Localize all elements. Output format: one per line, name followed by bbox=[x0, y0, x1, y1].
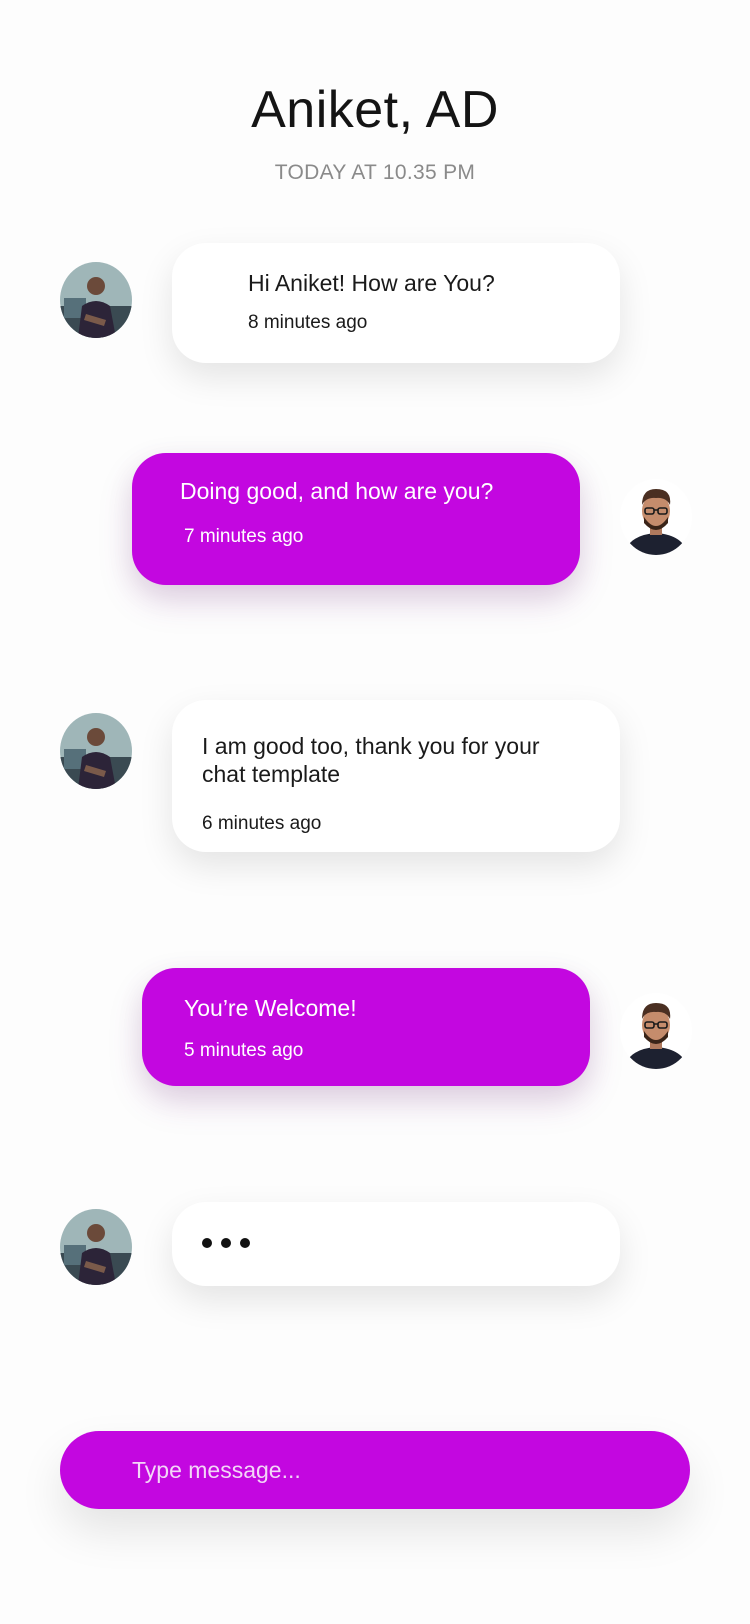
message-text: You’re Welcome! bbox=[184, 995, 357, 1021]
user-avatar[interactable] bbox=[620, 993, 692, 1069]
contact-avatar-photo bbox=[60, 713, 132, 789]
user-avatar-photo bbox=[620, 993, 692, 1069]
typing-dot bbox=[240, 1238, 250, 1248]
typing-dots-icon bbox=[202, 1238, 250, 1248]
conversation-timestamp: TODAY AT 10.35 PM bbox=[274, 161, 476, 184]
message-bubble-incoming: I am good too, thank you for your chat t… bbox=[172, 700, 620, 852]
message-input[interactable] bbox=[132, 1431, 652, 1509]
typing-indicator-bubble bbox=[172, 1202, 620, 1286]
message-text: I am good too, thank you for your chat t… bbox=[202, 733, 540, 787]
user-avatar-photo bbox=[620, 479, 692, 555]
message-time: 8 minutes ago bbox=[248, 312, 368, 333]
message-bubble-outgoing: You’re Welcome! 5 minutes ago bbox=[142, 968, 590, 1086]
message-composer[interactable] bbox=[60, 1431, 690, 1509]
message-bubble-incoming: Hi Aniket! How are You? 8 minutes ago bbox=[172, 243, 620, 363]
message-time: 7 minutes ago bbox=[184, 526, 304, 547]
message-time: 5 minutes ago bbox=[184, 1040, 304, 1061]
message-text: Doing good, and how are you? bbox=[180, 478, 494, 504]
message-text: Hi Aniket! How are You? bbox=[248, 270, 495, 296]
message-time: 6 minutes ago bbox=[202, 813, 322, 834]
page-title: Aniket, AD bbox=[251, 81, 499, 139]
message-bubble-outgoing: Doing good, and how are you? 7 minutes a… bbox=[132, 453, 580, 585]
contact-avatar[interactable] bbox=[60, 262, 132, 338]
typing-dot bbox=[202, 1238, 212, 1248]
contact-avatar-photo bbox=[60, 262, 132, 338]
contact-avatar[interactable] bbox=[60, 1209, 132, 1285]
typing-dot bbox=[221, 1238, 231, 1248]
contact-avatar[interactable] bbox=[60, 713, 132, 789]
contact-avatar-photo bbox=[60, 1209, 132, 1285]
user-avatar[interactable] bbox=[620, 479, 692, 555]
